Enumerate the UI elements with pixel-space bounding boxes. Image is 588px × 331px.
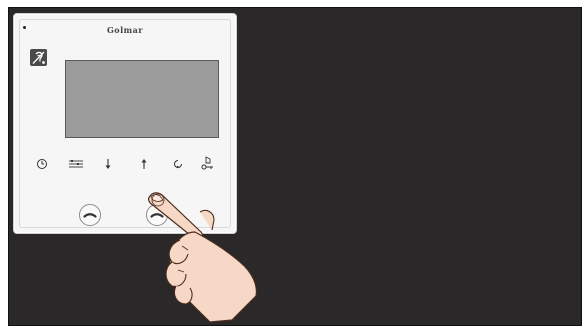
answer-call-button[interactable] <box>146 204 168 226</box>
function-buttons-row <box>14 154 236 174</box>
clock-icon[interactable] <box>32 154 52 174</box>
menu-list-icon[interactable] <box>66 154 86 174</box>
video-monitor-device: Golmar <box>13 13 237 234</box>
door-key-icon[interactable] <box>197 154 217 174</box>
video-screen <box>65 60 219 138</box>
rotate-icon[interactable] <box>168 154 188 174</box>
hang-up-button[interactable] <box>79 204 101 226</box>
answer-call-icon <box>150 213 164 218</box>
hang-up-icon <box>83 213 97 218</box>
hearing-loop-icon <box>30 49 47 66</box>
brand-logo: Golmar <box>106 25 144 35</box>
arrow-up-icon[interactable] <box>134 154 154 174</box>
arrow-down-icon[interactable] <box>98 154 118 174</box>
